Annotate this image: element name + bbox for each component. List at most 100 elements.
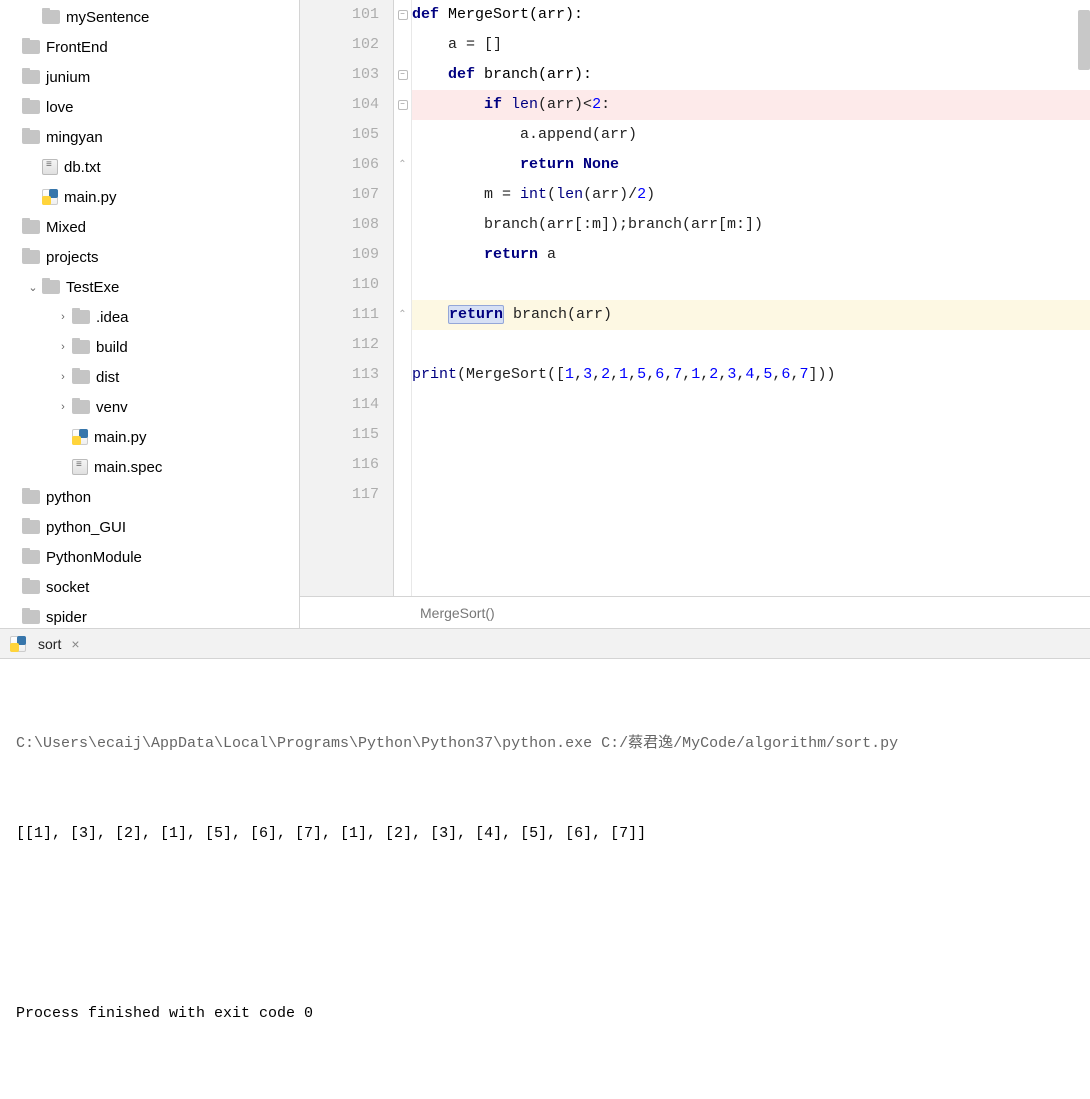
- tree-item[interactable]: Mixed: [0, 212, 299, 242]
- line-number[interactable]: 109: [300, 240, 379, 270]
- chevron-right-icon[interactable]: ›: [54, 308, 72, 326]
- tree-item[interactable]: mingyan: [0, 122, 299, 152]
- code-line[interactable]: branch(arr[:m]);branch(arr[m:]): [412, 210, 1090, 240]
- folder-icon: [22, 100, 40, 114]
- run-tab[interactable]: sort ×: [0, 629, 90, 658]
- fold-cell: [394, 210, 411, 240]
- folder-icon: [22, 40, 40, 54]
- fold-cell[interactable]: −: [394, 0, 411, 30]
- project-tree[interactable]: mySentenceFrontEndjunium love mingyandb.tx…: [0, 0, 300, 628]
- line-number[interactable]: 102: [300, 30, 379, 60]
- line-number[interactable]: 103: [300, 60, 379, 90]
- tree-item[interactable]: spider: [0, 602, 299, 628]
- folder-icon: [22, 580, 40, 594]
- console-output[interactable]: C:\Users\ecaij\AppData\Local\Programs\Py…: [0, 659, 1090, 1099]
- line-number[interactable]: 117: [300, 480, 379, 510]
- code-line[interactable]: def MergeSort(arr):: [412, 0, 1090, 30]
- code-line[interactable]: print(MergeSort([1,3,2,1,5,6,7,1,2,3,4,5…: [412, 360, 1090, 390]
- fold-cell: [394, 390, 411, 420]
- line-number[interactable]: 114: [300, 390, 379, 420]
- line-number[interactable]: 110: [300, 270, 379, 300]
- line-number[interactable]: 112: [300, 330, 379, 360]
- code-line[interactable]: [412, 330, 1090, 360]
- folder-icon: [72, 370, 90, 384]
- tree-item[interactable]: main.py: [0, 422, 299, 452]
- tree-label: main.spec: [94, 459, 162, 476]
- tree-item[interactable]: ›.idea: [0, 302, 299, 332]
- code-line[interactable]: m = int(len(arr)/2): [412, 180, 1090, 210]
- chevron-right-icon[interactable]: ›: [54, 398, 72, 416]
- code-line[interactable]: return None: [412, 150, 1090, 180]
- line-gutter[interactable]: 1011021031041051061071081091101111121131…: [300, 0, 394, 596]
- line-number[interactable]: 111: [300, 300, 379, 330]
- fold-cell: [394, 480, 411, 510]
- python-icon: [42, 189, 58, 205]
- chevron-right-icon[interactable]: ›: [54, 368, 72, 386]
- tree-item[interactable]: mySentence: [0, 2, 299, 32]
- fold-strip[interactable]: −−−⌃⌃: [394, 0, 412, 596]
- fold-cell[interactable]: ⌃: [394, 300, 411, 330]
- tree-item[interactable]: main.py: [0, 182, 299, 212]
- editor[interactable]: 1011021031041051061071081091101111121131…: [300, 0, 1090, 628]
- chevron-placeholder: [54, 428, 72, 446]
- code-line[interactable]: [412, 480, 1090, 510]
- code-line[interactable]: def branch(arr):: [412, 60, 1090, 90]
- tree-item[interactable]: main.spec: [0, 452, 299, 482]
- tree-label: build: [96, 339, 128, 356]
- code-area[interactable]: def MergeSort(arr): a = [] def branch(ar…: [412, 0, 1090, 596]
- tree-item[interactable]: projects: [0, 242, 299, 272]
- tree-item[interactable]: ›venv: [0, 392, 299, 422]
- breadcrumb[interactable]: MergeSort(): [300, 596, 1090, 628]
- tree-item[interactable]: love: [0, 92, 299, 122]
- chevron-placeholder: [4, 488, 22, 506]
- fold-cell[interactable]: −: [394, 90, 411, 120]
- line-number[interactable]: 115: [300, 420, 379, 450]
- tree-label: love: [46, 99, 74, 116]
- chevron-right-icon[interactable]: ›: [54, 338, 72, 356]
- tree-item[interactable]: socket: [0, 572, 299, 602]
- tree-label: TestExe: [66, 279, 119, 296]
- code-line[interactable]: a.append(arr): [412, 120, 1090, 150]
- tree-label: python_GUI: [46, 519, 126, 536]
- code-line[interactable]: [412, 420, 1090, 450]
- tree-label: PythonModule: [46, 549, 142, 566]
- tree-item[interactable]: python: [0, 482, 299, 512]
- tree-item[interactable]: FrontEnd: [0, 32, 299, 62]
- chevron-placeholder: [4, 218, 22, 236]
- code-line[interactable]: [412, 390, 1090, 420]
- tree-item[interactable]: › build: [0, 332, 299, 362]
- tree-item[interactable]: ⌄ TestExe: [0, 272, 299, 302]
- scrollbar-thumb[interactable]: [1078, 10, 1090, 70]
- code-line[interactable]: if len(arr)<2:: [412, 90, 1090, 120]
- run-tab-bar: sort ×: [0, 629, 1090, 659]
- tree-label: Mixed: [46, 219, 86, 236]
- file-icon: [72, 459, 88, 475]
- chevron-down-icon[interactable]: ⌄: [24, 278, 42, 296]
- fold-cell[interactable]: −: [394, 60, 411, 90]
- line-number[interactable]: 116: [300, 450, 379, 480]
- tree-item[interactable]: junium: [0, 62, 299, 92]
- code-line[interactable]: a = []: [412, 30, 1090, 60]
- code-line[interactable]: return a: [412, 240, 1090, 270]
- fold-cell: [394, 240, 411, 270]
- line-number[interactable]: 105: [300, 120, 379, 150]
- line-number[interactable]: 113: [300, 360, 379, 390]
- line-number[interactable]: 107: [300, 180, 379, 210]
- tree-item[interactable]: db.txt: [0, 152, 299, 182]
- line-number[interactable]: 104: [300, 90, 379, 120]
- close-icon[interactable]: ×: [71, 636, 79, 652]
- line-number[interactable]: 106: [300, 150, 379, 180]
- folder-icon: [42, 10, 60, 24]
- code-line[interactable]: [412, 450, 1090, 480]
- tree-item[interactable]: ›dist: [0, 362, 299, 392]
- code-line[interactable]: [412, 270, 1090, 300]
- tree-item[interactable]: PythonModule: [0, 542, 299, 572]
- chevron-placeholder: [4, 608, 22, 626]
- fold-cell: [394, 180, 411, 210]
- code-line[interactable]: return branch(arr): [412, 300, 1090, 330]
- fold-cell[interactable]: ⌃: [394, 150, 411, 180]
- run-panel: sort × C:\Users\ecaij\AppData\Local\Prog…: [0, 628, 1090, 1099]
- line-number[interactable]: 101: [300, 0, 379, 30]
- line-number[interactable]: 108: [300, 210, 379, 240]
- tree-item[interactable]: python_GUI: [0, 512, 299, 542]
